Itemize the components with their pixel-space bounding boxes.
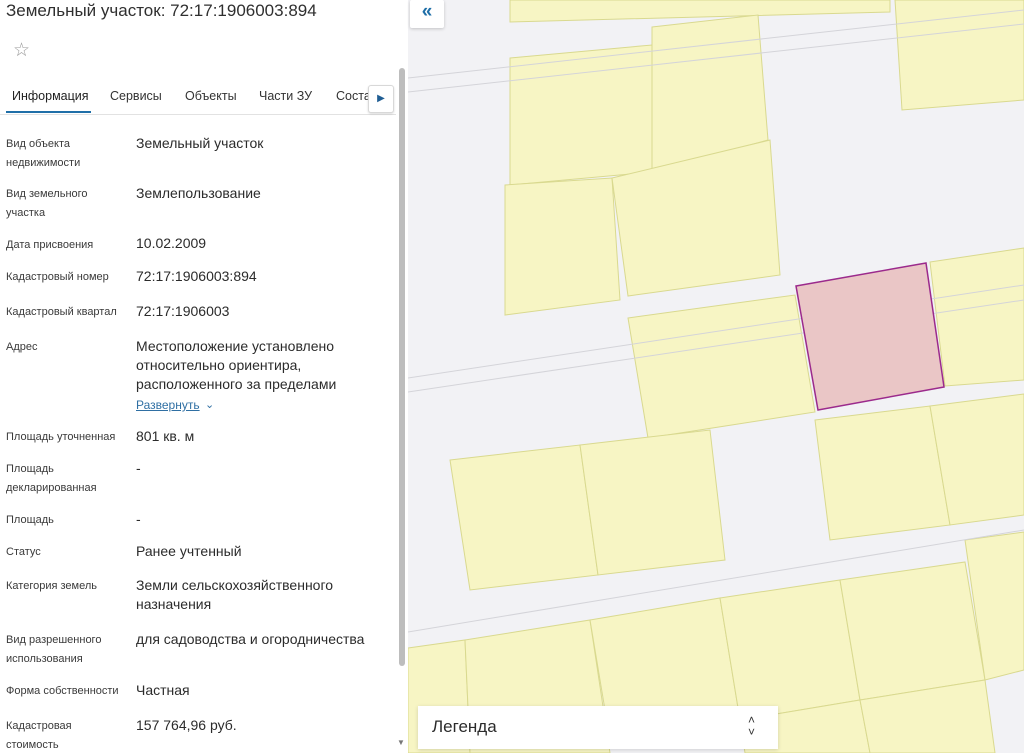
field-value-cadastral-quarter: 72:17:1906003 [136,303,230,319]
map-parcel [814,405,951,541]
map-parcel [509,0,891,23]
map-parcel [504,177,621,316]
tab-parts[interactable]: Части ЗУ [259,89,312,103]
star-outline-icon[interactable]: ☆ [13,40,30,62]
field-value-assign-date: 10.02.2009 [136,235,207,251]
field-value-area: - [136,511,141,527]
active-tab-indicator [6,111,91,113]
map-parcel [719,579,861,721]
map-parcel [449,444,599,591]
field-value-cadastral-number: 72:17:1906003:894 [136,268,257,284]
field-label-cadastral-value: Кадастровая стоимость [6,720,72,751]
field-value-land-type: Землепользование [136,185,261,201]
expand-link[interactable]: Развернуть [136,397,200,413]
up-down-chevron-icon[interactable]: ˄ ˅ [748,714,755,738]
field-label-area-declared: Площадь декларированная [6,463,97,494]
legend-label: Легенда [432,717,497,736]
tab-bar: Информация Сервисы Объекты Части ЗУ Сост… [0,84,396,115]
field-value-area-declared: - [136,460,141,476]
map-parcel [579,429,726,576]
tab-composition[interactable]: Соста [336,89,371,103]
field-label-land-type: Вид земельного участка [6,188,88,219]
map-parcel [894,0,1024,111]
cadastral-map[interactable] [408,0,1024,753]
scroll-down-icon[interactable]: ▼ [397,738,405,747]
field-value-ownership: Частная [136,682,190,698]
field-value-address: Местоположение установлено относительно … [136,338,337,392]
map-parcel [929,247,1024,387]
field-label-address: Адрес [6,341,38,353]
map-canvas[interactable] [408,0,1024,753]
field-value-object-type: Земельный участок [136,135,264,151]
field-label-area: Площадь [6,514,54,526]
selected-parcel [795,262,945,411]
field-label-permitted-use: Вид разрешенного использования [6,634,102,665]
field-value-status: Ранее учтенный [136,543,242,559]
scrollbar-thumb[interactable] [399,68,405,666]
field-label-area-specified: Площадь уточненная [6,431,116,443]
field-label-cadastral-quarter: Кадастровый квартал [6,306,117,318]
map-parcel [627,294,816,439]
chevron-right-icon[interactable]: ▶ [368,85,394,113]
map-parcel [509,44,653,186]
info-panel: Земельный участок: 72:17:1906003:894 ☆ И… [0,0,408,753]
field-label-cadastral-number: Кадастровый номер [6,271,109,283]
double-chevron-left-icon[interactable]: « [410,0,444,28]
tab-info[interactable]: Информация [12,89,89,103]
field-label-status: Статус [6,546,41,558]
field-label-object-type: Вид объекта недвижимости [6,138,81,169]
field-value-cadastral-value: 157 764,96 руб. [136,717,237,733]
legend-panel[interactable]: Легенда ˄ ˅ [418,706,778,749]
field-label-land-category: Категория земель [6,580,97,592]
map-parcel [839,561,986,701]
field-label-assign-date: Дата присвоения [6,239,94,251]
field-label-ownership: Форма собственности [6,685,119,697]
field-value-permitted-use: для садоводства и огородничества [136,631,365,647]
field-value-land-category: Земли сельскохозяйственного назначения [136,577,334,612]
field-value-area-specified: 801 кв. м [136,428,195,444]
chevron-down-icon[interactable]: ⌄ [205,397,214,413]
page-title: Земельный участок: 72:17:1906003:894 [6,1,317,20]
tab-services[interactable]: Сервисы [110,89,162,103]
tab-objects[interactable]: Объекты [185,89,237,103]
